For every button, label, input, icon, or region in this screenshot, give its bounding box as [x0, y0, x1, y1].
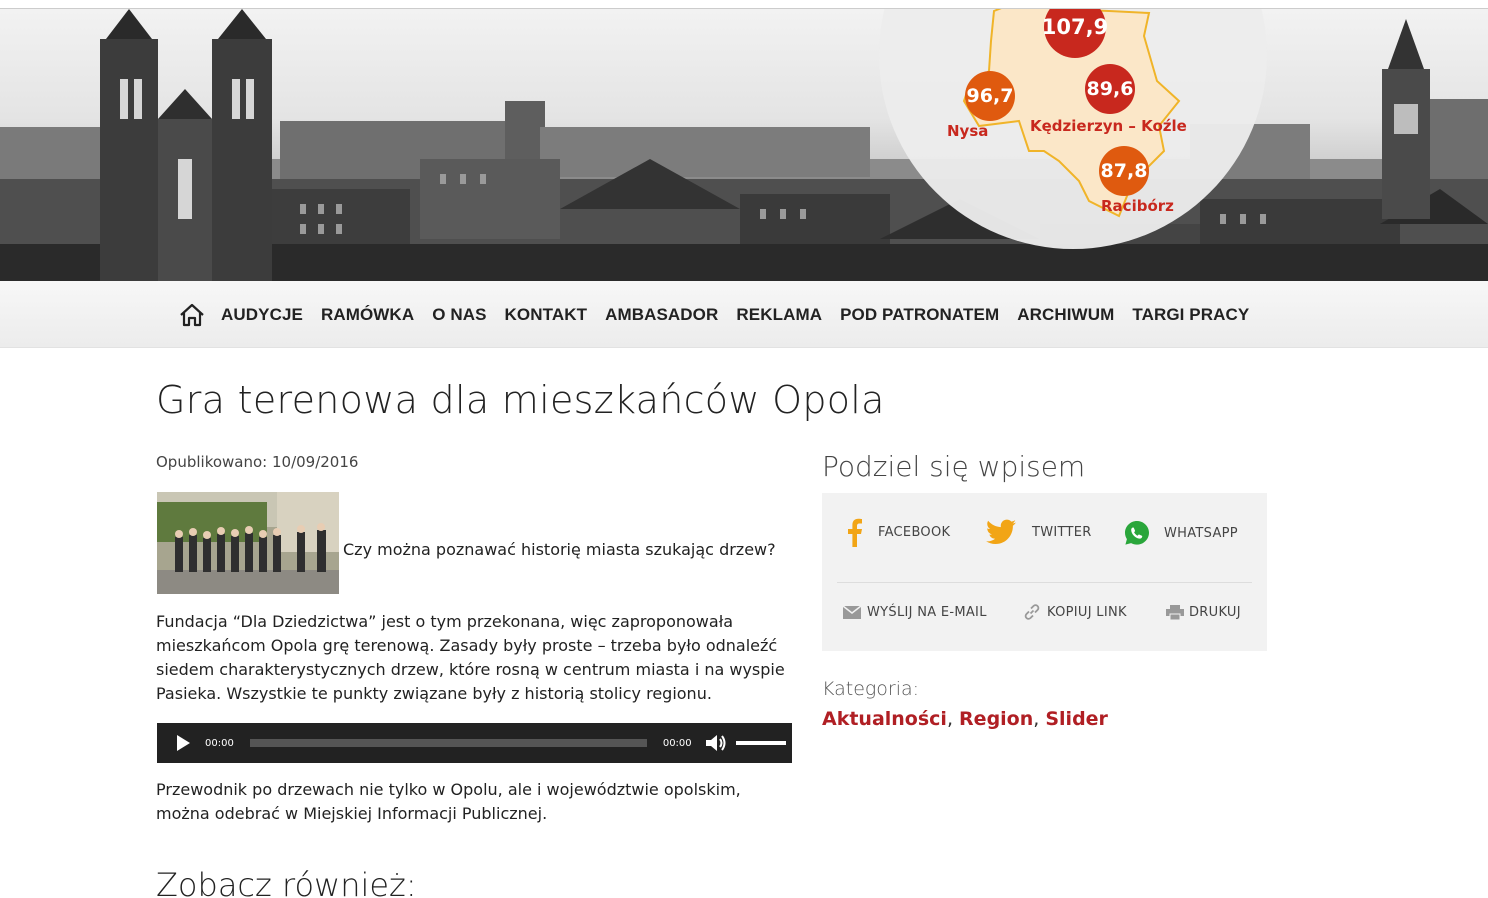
share-heading: Podziel się wpisem — [822, 450, 1086, 483]
copy-link-label: KOPIUJ LINK — [1047, 604, 1127, 620]
frequency-map: 107,9 96,7 89,6 87,8 Nysa Kędzierzyn – K… — [879, 9, 1267, 249]
copy-link-button[interactable]: KOPIUJ LINK — [1023, 604, 1127, 620]
share-facebook-label: FACEBOOK — [878, 524, 951, 540]
header-banner: 107,9 96,7 89,6 87,8 Nysa Kędzierzyn – K… — [0, 9, 1488, 281]
nav-item-o-nas[interactable]: O NAS — [432, 305, 486, 325]
frequency-badge-raciborz: 87,8 — [1099, 146, 1149, 196]
home-icon[interactable] — [179, 302, 205, 328]
category-link-region[interactable]: Region — [959, 708, 1033, 730]
whatsapp-icon — [1125, 521, 1149, 545]
share-twitter-button[interactable]: TWITTER — [986, 519, 1092, 545]
print-label: DRUKUJ — [1189, 605, 1241, 620]
published-date: Opublikowano: 10/09/2016 — [156, 453, 359, 471]
share-email-label: WYŚLIJ NA E-MAIL — [867, 605, 987, 620]
current-time: 00:00 — [205, 737, 234, 749]
share-divider — [837, 582, 1252, 583]
link-icon — [1024, 604, 1040, 620]
nav-item-reklama[interactable]: REKLAMA — [736, 305, 822, 325]
share-twitter-label: TWITTER — [1032, 524, 1092, 540]
page-title: Gra terenowa dla mieszkańców Opola — [156, 378, 885, 422]
city-label-nysa: Nysa — [947, 122, 989, 140]
play-icon[interactable] — [175, 735, 191, 751]
article-lead: Czy można poznawać historię miasta szuka… — [343, 540, 776, 559]
seek-slider[interactable] — [249, 739, 647, 747]
article-paragraph: Przewodnik po drzewach nie tylko w Opolu… — [156, 780, 741, 823]
duration-time: 00:00 — [662, 737, 692, 749]
volume-icon[interactable] — [705, 734, 726, 752]
share-whatsapp-button[interactable]: WHATSAPP — [1124, 520, 1238, 546]
share-email-button[interactable]: WYŚLIJ NA E-MAIL — [843, 605, 987, 620]
nav-item-ambasador[interactable]: AMBASADOR — [605, 305, 718, 325]
category-label: Kategoria: — [822, 678, 920, 700]
category-separator: , — [1033, 708, 1046, 730]
print-icon — [1166, 605, 1184, 620]
frequency-badge-nysa: 96,7 — [965, 71, 1015, 121]
nav-item-kontakt[interactable]: KONTAKT — [505, 305, 588, 325]
see-also-heading: Zobacz również: — [156, 866, 417, 898]
main-navigation: AUDYCJE RAMÓWKA O NAS KONTAKT AMBASADOR … — [0, 281, 1488, 348]
category-links: Aktualności, Region, Slider — [822, 708, 1108, 730]
nav-item-audycje[interactable]: AUDYCJE — [221, 305, 303, 325]
share-panel: FACEBOOK TWITTER WHATSAPP WYŚLIJ NA E-MA… — [822, 493, 1267, 651]
article-paragraph: Fundacja “Dla Dziedzictwa” jest o tym pr… — [156, 612, 785, 703]
nav-item-ramowka[interactable]: RAMÓWKA — [321, 305, 414, 325]
volume-slider[interactable] — [735, 741, 786, 745]
nav-item-targi-pracy[interactable]: TARGI PRACY — [1132, 305, 1249, 325]
audio-player: 00:00 00:00 — [157, 723, 792, 763]
city-label-raciborz: Racibórz — [1101, 197, 1174, 215]
article-photo[interactable] — [157, 492, 339, 594]
share-facebook-button[interactable]: FACEBOOK — [846, 517, 950, 547]
twitter-icon — [986, 519, 1016, 544]
nav-item-archiwum[interactable]: ARCHIWUM — [1017, 305, 1114, 325]
category-link-aktualnosci[interactable]: Aktualności — [822, 708, 947, 730]
city-label-kedzierzyn: Kędzierzyn – Koźle — [1030, 117, 1187, 135]
print-button[interactable]: DRUKUJ — [1166, 605, 1241, 620]
category-separator: , — [946, 708, 960, 730]
browser-top-strip — [0, 0, 1488, 9]
category-link-slider[interactable]: Slider — [1045, 708, 1108, 730]
nav-item-pod-patronatem[interactable]: POD PATRONATEM — [840, 305, 999, 325]
frequency-badge-kedzierzyn: 89,6 — [1085, 64, 1135, 114]
facebook-icon — [848, 518, 862, 547]
email-icon — [843, 606, 861, 619]
share-whatsapp-label: WHATSAPP — [1164, 525, 1238, 541]
